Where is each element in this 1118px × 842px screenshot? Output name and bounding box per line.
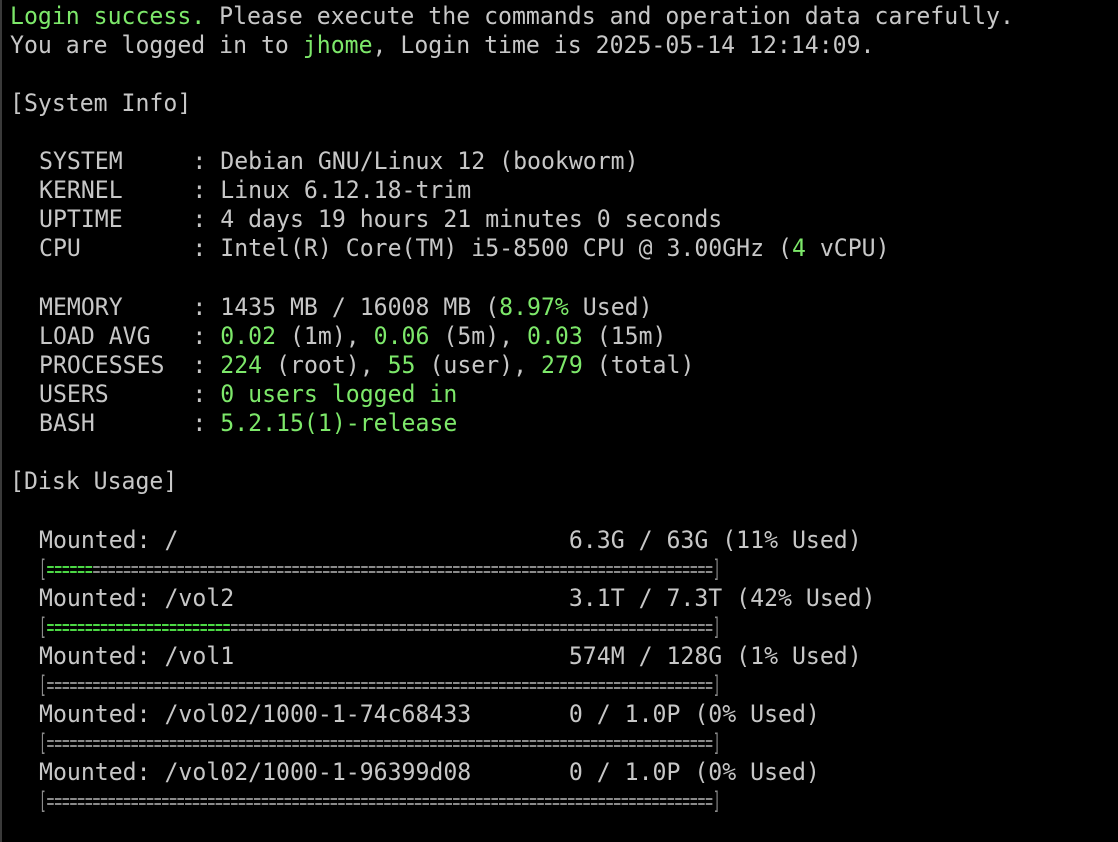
terminal-window[interactable]: Login success. Please execute the comman…	[0, 0, 1118, 842]
disk-usage-header: [Disk Usage]	[10, 467, 178, 495]
bar-close: ]	[712, 729, 721, 757]
bar-close: ]	[712, 671, 721, 699]
system-row: SYSTEM : Debian GNU/Linux 12 (bookworm)	[39, 147, 639, 176]
bash-version: 5.2.15(1)-release	[220, 409, 458, 437]
uptime-key: UPTIME :	[39, 205, 221, 233]
memory-row: MEMORY : 1435 MB / 16008 MB (8.97% Used)	[39, 293, 653, 322]
load-avg-key: LOAD AVG :	[39, 322, 221, 350]
processes-user-label: (user),	[415, 351, 541, 379]
bar-fill: ======	[46, 555, 93, 583]
login-info-line: You are logged in to jhome, Login time i…	[10, 31, 875, 60]
cpu-row: CPU : Intel(R) Core(TM) i5-8500 CPU @ 3.…	[39, 234, 890, 263]
cpu-model: Intel(R) Core(TM) i5-8500 CPU @ 3.00GHz …	[220, 234, 792, 262]
processes-total-label: (total)	[582, 351, 695, 379]
load-avg-1m-label: (1m),	[276, 322, 374, 350]
uptime-value: 4 days 19 hours 21 minutes 0 seconds	[220, 205, 723, 233]
mount-usage-bar: [=======================================…	[39, 729, 721, 758]
mount-usage-bar: [=======================================…	[39, 613, 721, 642]
login-success-line: Login success. Please execute the comman…	[10, 2, 1014, 31]
cpu-vcpu-count: 4	[791, 234, 806, 262]
mount-row: Mounted: /vol1 574M / 128G (1% Used)	[39, 642, 862, 671]
users-label: users logged in	[234, 380, 458, 408]
load-avg-15m: 0.03	[527, 322, 583, 350]
mount-usage: 6.3G / 63G (11% Used)	[568, 526, 862, 554]
load-avg-5m: 0.06	[373, 322, 430, 350]
mount-usage: 574M / 128G (1% Used)	[568, 642, 862, 670]
bar-close: ]	[712, 555, 721, 583]
mount-row: Mounted: /vol02/1000-1-74c68433 0 / 1.0P…	[39, 700, 820, 729]
cpu-key: CPU :	[39, 234, 221, 262]
bar-close: ]	[712, 787, 721, 815]
memory-used-label: Used)	[568, 293, 653, 321]
processes-root: 224	[220, 351, 263, 379]
mount-path: Mounted: /vol2	[39, 584, 569, 612]
mount-row: Mounted: /vol2 3.1T / 7.3T (42% Used)	[39, 584, 876, 613]
processes-root-label: (root),	[262, 351, 388, 379]
kernel-row: KERNEL : Linux 6.12.18-trim	[39, 176, 471, 205]
processes-key: PROCESSES :	[39, 351, 221, 379]
mount-usage-bar: [=======================================…	[39, 671, 721, 700]
system-value: Debian GNU/Linux 12 (bookworm)	[220, 147, 639, 175]
mount-path: Mounted: /vol1	[39, 642, 569, 670]
load-avg-row: LOAD AVG : 0.02 (1m), 0.06 (5m), 0.03 (1…	[39, 322, 666, 351]
login-warning-text: Please execute the commands and operatio…	[205, 2, 1014, 30]
load-avg-5m-label: (5m),	[429, 322, 528, 350]
bar-close: ]	[712, 613, 721, 641]
bar-empty: ========================================…	[46, 671, 713, 699]
mount-usage: 3.1T / 7.3T (42% Used)	[568, 584, 876, 612]
bar-empty: ========================================…	[46, 729, 713, 757]
memory-percent: 8.97%	[499, 293, 569, 321]
mount-usage: 0 / 1.0P (0% Used)	[568, 700, 820, 728]
memory-key: MEMORY :	[39, 293, 221, 321]
processes-row: PROCESSES : 224 (root), 55 (user), 279 (…	[39, 351, 694, 380]
mount-usage-bar: [=======================================…	[39, 787, 721, 816]
mount-path: Mounted: /	[39, 526, 569, 554]
login-time: , Login time is 2025-05-14 12:14:09.	[372, 31, 875, 59]
bash-key: BASH :	[39, 409, 221, 437]
users-row: USERS : 0 users logged in	[39, 380, 457, 409]
login-success-text: Login success.	[10, 2, 206, 30]
bar-empty: ========================================…	[92, 555, 713, 583]
login-prefix: You are logged in to	[10, 31, 303, 59]
bar-fill: ========================	[46, 613, 231, 641]
system-key: SYSTEM :	[39, 147, 221, 175]
cpu-vcpu-label: vCPU)	[805, 234, 890, 262]
mount-path: Mounted: /vol02/1000-1-74c68433	[39, 700, 569, 728]
mount-usage: 0 / 1.0P (0% Used)	[568, 758, 820, 786]
load-avg-15m-label: (15m)	[582, 322, 667, 350]
bar-empty: ========================================…	[230, 613, 713, 641]
load-avg-1m: 0.02	[220, 322, 277, 350]
bash-row: BASH : 5.2.15(1)-release	[39, 409, 457, 438]
mount-usage-bar: [=======================================…	[39, 555, 721, 584]
users-count: 0	[220, 380, 235, 408]
mount-row: Mounted: / 6.3G / 63G (11% Used)	[39, 526, 862, 555]
kernel-value: Linux 6.12.18-trim	[220, 176, 472, 204]
system-info-header: [System Info]	[10, 89, 192, 117]
processes-user: 55	[387, 351, 416, 379]
processes-total: 279	[540, 351, 583, 379]
memory-amount: 1435 MB / 16008 MB (	[220, 293, 500, 321]
mount-path: Mounted: /vol02/1000-1-96399d08	[39, 758, 569, 786]
users-key: USERS :	[39, 380, 221, 408]
uptime-row: UPTIME : 4 days 19 hours 21 minutes 0 se…	[39, 205, 722, 234]
kernel-key: KERNEL :	[39, 176, 221, 204]
mount-row: Mounted: /vol02/1000-1-96399d08 0 / 1.0P…	[39, 758, 820, 787]
hostname: jhome	[302, 31, 373, 59]
bar-empty: ========================================…	[46, 787, 713, 815]
